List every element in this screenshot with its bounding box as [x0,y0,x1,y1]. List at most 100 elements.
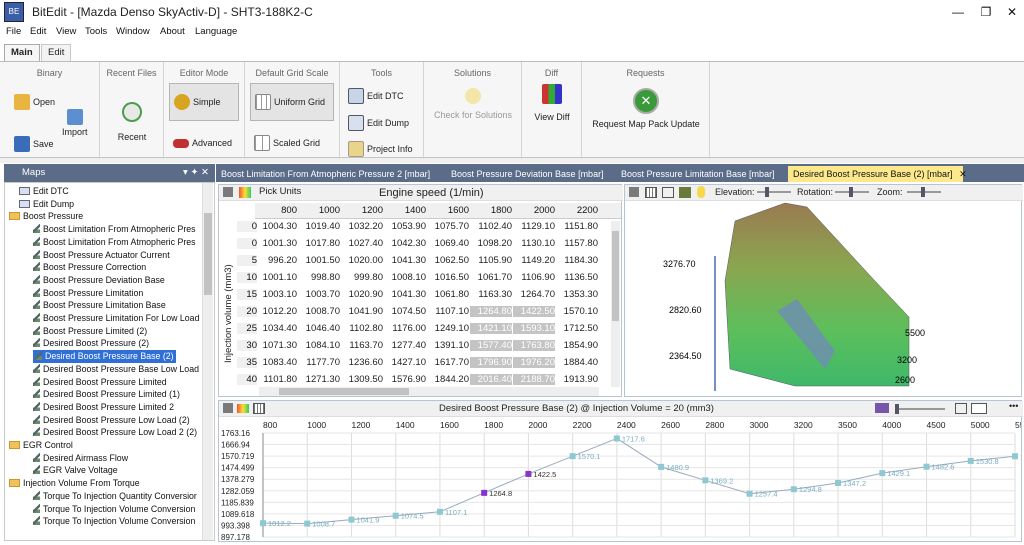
surface-3d-plot[interactable]: 3276.70 2820.60 2364.50 5500 3200 2600 [625,201,1021,396]
table-cell[interactable]: 1027.40 [341,238,383,249]
edit-dtc-button[interactable]: Edit DTC [348,88,404,104]
more-icon[interactable]: ••• [1009,401,1018,411]
table-cell[interactable]: 1130.10 [513,238,555,249]
chart-zoom-slider[interactable] [895,404,945,414]
row-header[interactable]: 0 [237,221,257,232]
pin-icon[interactable]: ▾ ✦ ✕ [183,164,209,182]
row-header[interactable]: 35 [237,357,257,368]
table-vscrollbar[interactable] [611,221,620,387]
table-cell[interactable]: 1249.10 [427,323,469,334]
tab-main[interactable]: Main [4,44,40,61]
table-cell[interactable]: 1163.70 [341,340,383,351]
table-cell[interactable]: 998.80 [298,272,340,283]
table-cell[interactable]: 1976.20 [513,357,555,368]
table-hscrollbar[interactable] [259,387,599,396]
row-header[interactable]: 30 [237,340,257,351]
table-cell[interactable]: 1101.80 [255,374,297,385]
scaled-grid-button[interactable]: Scaled Grid [254,135,320,151]
scroll-thumb[interactable] [612,231,619,321]
table-cell[interactable]: 2188.70 [513,374,555,385]
menu-file[interactable]: File [6,26,21,37]
column-header[interactable]: 1400 [384,205,426,216]
table-cell[interactable]: 1854.90 [556,340,598,351]
table-cell[interactable]: 1017.80 [298,238,340,249]
table-cell[interactable]: 1421.10 [470,323,512,334]
tab-edit[interactable]: Edit [41,44,72,61]
table-cell[interactable]: 1106.90 [513,272,555,283]
tree-item[interactable]: Desired Boost Pressure Limited [33,376,167,389]
slider-thumb[interactable] [765,187,769,197]
view-diff-button[interactable]: View Diff [528,84,576,122]
elevation-slider[interactable] [757,187,791,197]
menu-edit[interactable]: Edit [30,26,46,37]
tree-item[interactable]: Desired Airmass Flow [33,452,128,465]
tree-item[interactable]: Desired Boost Pressure Low Load (2) [33,414,190,427]
edit-dump-button[interactable]: Edit Dump [348,115,409,131]
table-cell[interactable]: 1001.30 [255,238,297,249]
line-chart[interactable]: 800 1000 1200 1400 1600 1800 2000 2200 2400 2600 2… [219,419,1021,541]
table-cell[interactable]: 1763.80 [513,340,555,351]
table-cell[interactable]: 1163.30 [470,289,512,300]
tab-desired-boost-base[interactable]: Desired Boost Pressure Base (2) [mbar] ✕ [788,166,967,182]
tab-boost-limitation-atmos[interactable]: Boost Limitation From Atmopheric Pressur… [216,166,435,182]
table-cell[interactable]: 1844.20 [427,374,469,385]
tree-item[interactable]: Torque To Injection Volume Conversion [33,503,195,516]
table-cell[interactable]: 1309.50 [341,374,383,385]
column-header[interactable]: 1600 [427,205,469,216]
table-cell[interactable]: 1061.80 [427,289,469,300]
table-cell[interactable]: 1427.10 [384,357,426,368]
tree-item[interactable]: Desired Boost Pressure Base Low Load [33,363,199,376]
tree-item[interactable]: Boost Pressure Actuator Current [33,249,170,262]
row-header[interactable]: 10 [237,272,257,283]
table-cell[interactable]: 1177.70 [298,357,340,368]
series-icon[interactable] [875,403,889,413]
tree-item[interactable]: Torque To Injection Volume Conversion [33,515,195,528]
simple-mode-button[interactable]: Simple [169,83,239,121]
uniform-grid-button[interactable]: Uniform Grid [250,83,334,121]
table-cell[interactable]: 2016.40 [470,374,512,385]
table-cell[interactable]: 1008.10 [384,272,426,283]
table-cell[interactable]: 1176.00 [384,323,426,334]
table-cell[interactable]: 1236.60 [341,357,383,368]
tree-item[interactable]: EGR Valve Voltage [33,464,118,477]
table-cell[interactable]: 1796.90 [470,357,512,368]
line-mode-icon[interactable] [971,403,987,414]
tree-folder[interactable]: Injection Volume From Torque [9,477,140,490]
table-cell[interactable]: 1102.80 [341,323,383,334]
tree-item[interactable]: Boost Limitation From Atmopheric Pres [33,223,196,236]
tree-item[interactable]: Boost Pressure Limitation Base [33,299,166,312]
tree-item[interactable]: Desired Boost Pressure Base (2) [33,350,176,363]
menu-window[interactable]: Window [116,26,150,37]
table-cell[interactable]: 1271.30 [298,374,340,385]
table-cell[interactable]: 1001.10 [255,272,297,283]
table-cell[interactable]: 1184.30 [556,255,598,266]
table-cell[interactable]: 1016.50 [427,272,469,283]
column-header[interactable]: 2000 [513,205,555,216]
table-cell[interactable]: 1570.10 [556,306,598,317]
tree-item[interactable]: Boost Pressure Limitation [33,287,143,300]
move-icon[interactable] [223,403,233,413]
grid-icon[interactable] [253,403,265,414]
table-cell[interactable]: 1074.50 [384,306,426,317]
table-cell[interactable]: 1107.10 [427,306,469,317]
row-header[interactable]: 20 [237,306,257,317]
table-cell[interactable]: 1353.30 [556,289,598,300]
table-cell[interactable]: 1149.20 [513,255,555,266]
save-button[interactable]: Save [14,136,54,152]
table-cell[interactable]: 1032.20 [341,221,383,232]
column-header[interactable]: 1200 [341,205,383,216]
tree-item[interactable]: Desired Boost Pressure Limited (1) [33,388,180,401]
table-cell[interactable]: 1012.20 [255,306,297,317]
row-header[interactable]: 40 [237,374,257,385]
rotation-slider[interactable] [835,187,869,197]
heatmap-icon[interactable] [237,404,249,413]
table-cell[interactable]: 1576.90 [384,374,426,385]
table-cell[interactable]: 1712.50 [556,323,598,334]
tree-item[interactable]: Boost Pressure Limitation For Low Load [33,312,199,325]
request-map-pack-button[interactable]: ✕ Request Map Pack Update [586,88,706,129]
tree-item[interactable]: Boost Pressure Limited (2) [33,325,147,338]
table-cell[interactable]: 1053.90 [384,221,426,232]
open-button[interactable]: Open [14,94,55,110]
table-cell[interactable]: 1041.30 [384,289,426,300]
row-header[interactable]: 25 [237,323,257,334]
